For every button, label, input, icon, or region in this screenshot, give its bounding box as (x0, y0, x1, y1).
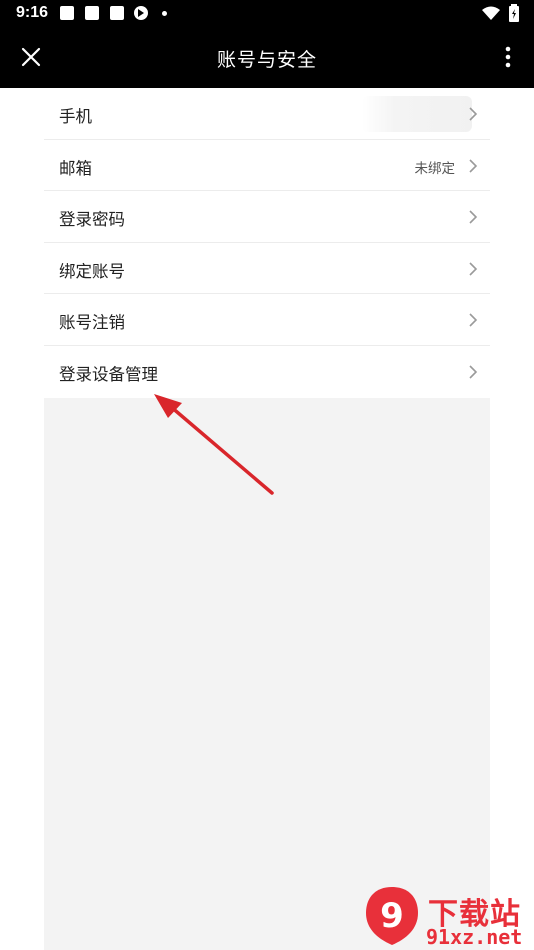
chevron-right-icon (469, 159, 478, 173)
settings-item-login-password[interactable]: 登录密码 (44, 191, 490, 243)
settings-item-delete-account[interactable]: 账号注销 (44, 294, 490, 346)
settings-item-label: 登录设备管理 (59, 364, 158, 384)
notification-icon (110, 6, 124, 20)
more-notifications-dot (162, 11, 167, 16)
content-area: 手机 邮箱 未绑定 登录密码 绑定账号 账号注销 登录设备管理 (44, 88, 490, 950)
settings-item-label: 绑定账号 (59, 261, 125, 281)
chevron-right-icon (469, 262, 478, 276)
settings-item-label: 手机 (59, 107, 92, 126)
notification-icon (85, 6, 99, 20)
email-status-value: 未绑定 (414, 160, 456, 177)
settings-list: 手机 邮箱 未绑定 登录密码 绑定账号 账号注销 登录设备管理 (44, 88, 490, 398)
watermark-logo-icon: 9 (366, 887, 418, 945)
settings-item-label: 账号注销 (59, 313, 125, 333)
notification-icon (60, 6, 74, 20)
settings-item-device-management[interactable]: 登录设备管理 (44, 346, 490, 398)
sync-icon (134, 6, 148, 20)
battery-icon (509, 4, 519, 22)
settings-item-phone[interactable]: 手机 (44, 88, 490, 140)
settings-item-email[interactable]: 邮箱 未绑定 (44, 140, 490, 192)
chevron-right-icon (469, 365, 478, 379)
watermark: 9 下载站 91xz.net (362, 885, 534, 950)
settings-item-linked-accounts[interactable]: 绑定账号 (44, 243, 490, 295)
settings-item-label: 登录密码 (59, 210, 125, 230)
watermark-logo-text: 9 (380, 896, 404, 936)
phone-number-redacted (362, 96, 472, 132)
status-time: 9:16 (16, 4, 49, 21)
chevron-right-icon (469, 107, 478, 121)
watermark-url: 91xz.net (426, 925, 523, 949)
more-vertical-icon[interactable] (498, 43, 518, 71)
chevron-right-icon (469, 210, 478, 224)
page-title: 账号与安全 (216, 49, 317, 71)
wifi-icon (482, 6, 500, 20)
top-nav-bar: 账号与安全 (0, 28, 534, 88)
settings-item-label: 邮箱 (59, 158, 92, 178)
status-bar: 9:16 (0, 0, 534, 28)
chevron-right-icon (469, 313, 478, 327)
